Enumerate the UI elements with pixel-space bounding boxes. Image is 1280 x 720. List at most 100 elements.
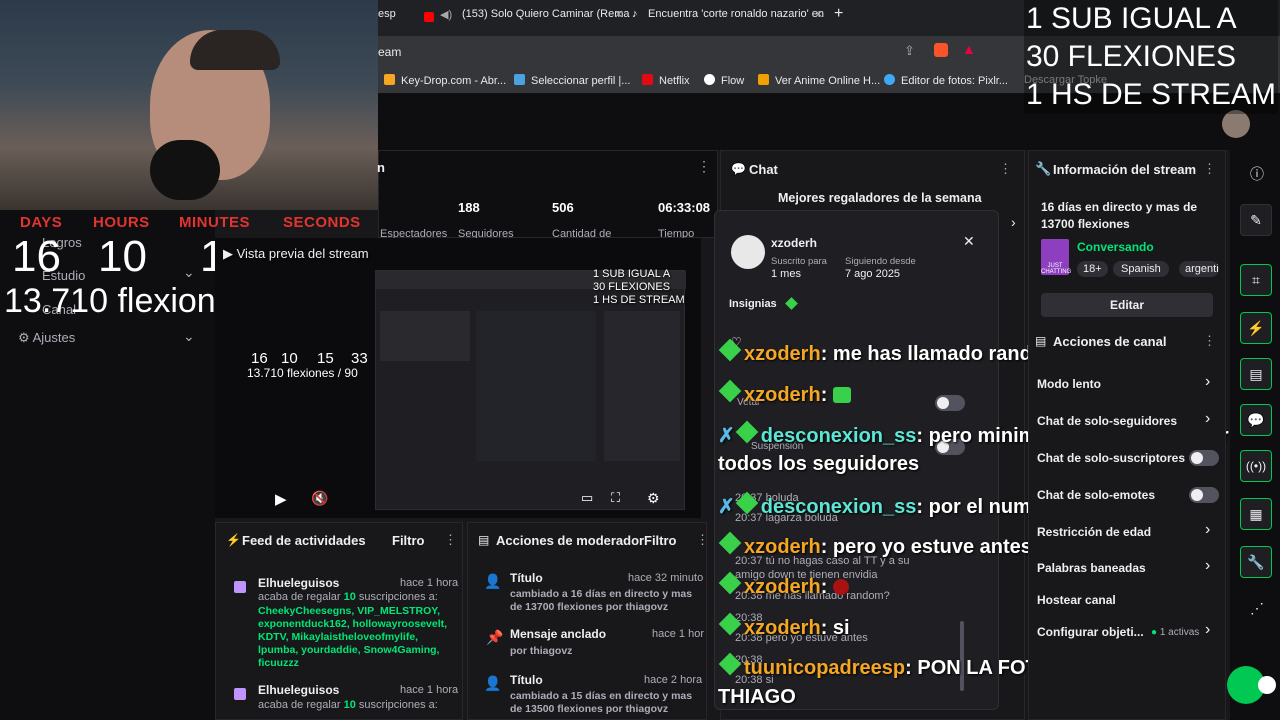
action-host-channel[interactable]: Hostear canal (1037, 593, 1116, 607)
stats-panel (378, 150, 718, 238)
feed-username[interactable]: Elhueleguisos (258, 683, 339, 697)
mod-item-time: hace 2 hora (644, 674, 703, 686)
feed-username[interactable]: Elhueleguisos (258, 576, 339, 590)
avatar[interactable] (1222, 110, 1250, 138)
chevron-down-icon[interactable]: ⌄ (183, 264, 195, 281)
chevron-right-icon[interactable]: › (1011, 214, 1016, 230)
subs-only-toggle[interactable] (1189, 450, 1219, 466)
browser-tab[interactable]: esp (378, 8, 396, 20)
action-subs-only[interactable]: Chat de solo-suscriptores (1037, 451, 1185, 465)
chat-title: Chat (749, 162, 778, 177)
chevron-right-icon[interactable]: › (1205, 373, 1210, 391)
feed-text: acaba de regalar 10 suscripciones a: (258, 591, 438, 603)
action-configure-goals[interactable]: Configurar objeti... (1037, 625, 1144, 639)
chevron-right-icon[interactable]: › (1205, 521, 1210, 539)
close-tab-icon[interactable]: ✕ (814, 8, 823, 21)
tag-chip[interactable]: argenti (1179, 261, 1219, 277)
share-icon[interactable]: ⇪ (904, 43, 915, 59)
more-icon[interactable]: ⋰ (1250, 600, 1264, 617)
more-options-icon[interactable]: ⋮ (444, 532, 457, 548)
action-followers-only[interactable]: Chat de solo-seguidores (1037, 414, 1177, 428)
action-slow-mode[interactable]: Modo lento (1037, 377, 1101, 391)
mod-item-title: Título (510, 571, 543, 585)
more-options-icon[interactable]: ⋮ (696, 532, 709, 548)
mute-icon[interactable]: 🔇 (311, 490, 328, 507)
more-options-icon[interactable]: ⋮ (1203, 333, 1216, 349)
ban-toggle[interactable] (935, 395, 965, 411)
lightning-icon[interactable]: ⚡ (1240, 312, 1272, 344)
sword-icon: ✗ (718, 496, 735, 518)
stat-seguidores: 188 (458, 200, 480, 215)
more-options-icon[interactable]: ⋮ (697, 158, 711, 175)
audio-icon: ◀) (440, 9, 453, 21)
feed-time: hace 1 hora (400, 577, 459, 589)
fullscreen-icon[interactable]: ⛶ (611, 490, 620, 506)
tag-chip[interactable]: Spanish (1113, 261, 1169, 277)
chevron-right-icon[interactable]: › (1205, 410, 1210, 428)
more-options-icon[interactable]: ⋮ (999, 161, 1012, 177)
chat-bubble-icon: 💬 (731, 162, 746, 176)
bookmark-item[interactable]: Seleccionar perfil |... (514, 74, 630, 87)
action-age-restriction[interactable]: Restricción de edad (1037, 525, 1151, 539)
flow-icon (704, 74, 715, 85)
preview-pushup-counter: 13.710 flexiones / 90 (247, 366, 358, 380)
extension-icon[interactable] (1258, 676, 1276, 694)
bookmark-item[interactable]: Editor de fotos: Pixlr... (884, 74, 1008, 87)
netflix-icon (642, 74, 653, 85)
category-name[interactable]: Conversando (1077, 240, 1154, 254)
stream-goal-overlay: 1 SUB IGUAL A 30 FLEXIONES 1 HS DE STREA… (1023, 0, 1278, 114)
wrench-icon: 🔧 (1035, 161, 1052, 176)
theater-icon[interactable]: ▭ (581, 490, 593, 506)
title-change-icon: 👤 (484, 675, 502, 691)
close-tab-icon[interactable]: ✕ (614, 8, 623, 21)
follow-value: 7 ago 2025 (845, 268, 901, 280)
bookmark-item[interactable]: Ver Anime Online H... (758, 74, 880, 87)
brave-shield-icon[interactable] (934, 43, 948, 57)
pencil-icon[interactable]: ✎ (1240, 204, 1272, 236)
bookmark-item[interactable]: Netflix (642, 74, 690, 87)
brave-rewards-icon[interactable]: ▲ (962, 41, 976, 57)
note-icon[interactable]: ▤ (1240, 358, 1272, 390)
sub-badge-icon (718, 338, 742, 362)
timer-hours: 10 (98, 232, 147, 281)
sword-icon: ✗ (718, 425, 735, 447)
browser-tab[interactable]: (153) Solo Quiero Caminar (Rema (462, 8, 630, 20)
bookmark-item[interactable]: Key-Drop.com - Abr... (384, 74, 506, 87)
chevron-down-icon[interactable]: ⌄ (183, 328, 195, 345)
more-options-icon[interactable]: ⋮ (1203, 161, 1216, 177)
stream-preview[interactable]: ▶ Vista previa del stream 1 SUB IGUAL A … (215, 238, 701, 518)
clip-icon[interactable]: ⌗ (1240, 264, 1272, 296)
feed-recipients[interactable]: CheekyCheesegns, VIP_MELSTROY, exponentd… (258, 605, 458, 670)
edit-button[interactable]: Editar (1041, 293, 1213, 317)
streamer-hair (190, 30, 280, 70)
chat-message: xzoderh: si (718, 612, 850, 640)
sidebar-item-ajustes[interactable]: ⚙ Ajustes (18, 330, 75, 346)
bookmark-item[interactable]: Flow (704, 74, 744, 87)
new-tab-icon[interactable]: + (834, 5, 843, 23)
info-icon[interactable]: ⓘ (1250, 164, 1264, 184)
close-icon[interactable]: ✕ (963, 233, 975, 250)
timer-label-days: DAYS (20, 214, 63, 231)
card-username[interactable]: xzoderh (771, 236, 817, 250)
preview-timer-minutes: 15 (317, 350, 334, 367)
chevron-right-icon[interactable]: › (1205, 621, 1210, 639)
sub-badge-icon (718, 571, 742, 595)
action-emotes-only[interactable]: Chat de solo-emotes (1037, 488, 1155, 502)
tag-chip[interactable]: 18+ (1077, 261, 1108, 277)
chat-icon[interactable]: 💬 (1240, 404, 1272, 436)
emotes-only-toggle[interactable] (1189, 487, 1219, 503)
broadcast-icon[interactable]: ((•)) (1240, 450, 1272, 482)
chevron-right-icon[interactable]: › (1205, 557, 1210, 575)
layout-icon[interactable]: ▦ (1240, 498, 1272, 530)
mod-filter-button[interactable]: Filtro (644, 533, 677, 548)
settings-gear-icon[interactable]: ⚙ (647, 490, 660, 507)
badge-icon (785, 297, 798, 310)
feed-filter-button[interactable]: Filtro (392, 533, 425, 548)
overlay-line: 1 SUB IGUAL A (1025, 2, 1237, 35)
play-button[interactable]: ▶ (275, 490, 287, 508)
gift-icon (234, 581, 246, 593)
browser-tab[interactable]: Encuentra 'corte ronaldo nazario' en (648, 8, 824, 20)
feed-time: hace 1 hora (400, 684, 459, 696)
wrench-icon[interactable]: 🔧 (1240, 546, 1272, 578)
action-banned-words[interactable]: Palabras baneadas (1037, 561, 1146, 575)
